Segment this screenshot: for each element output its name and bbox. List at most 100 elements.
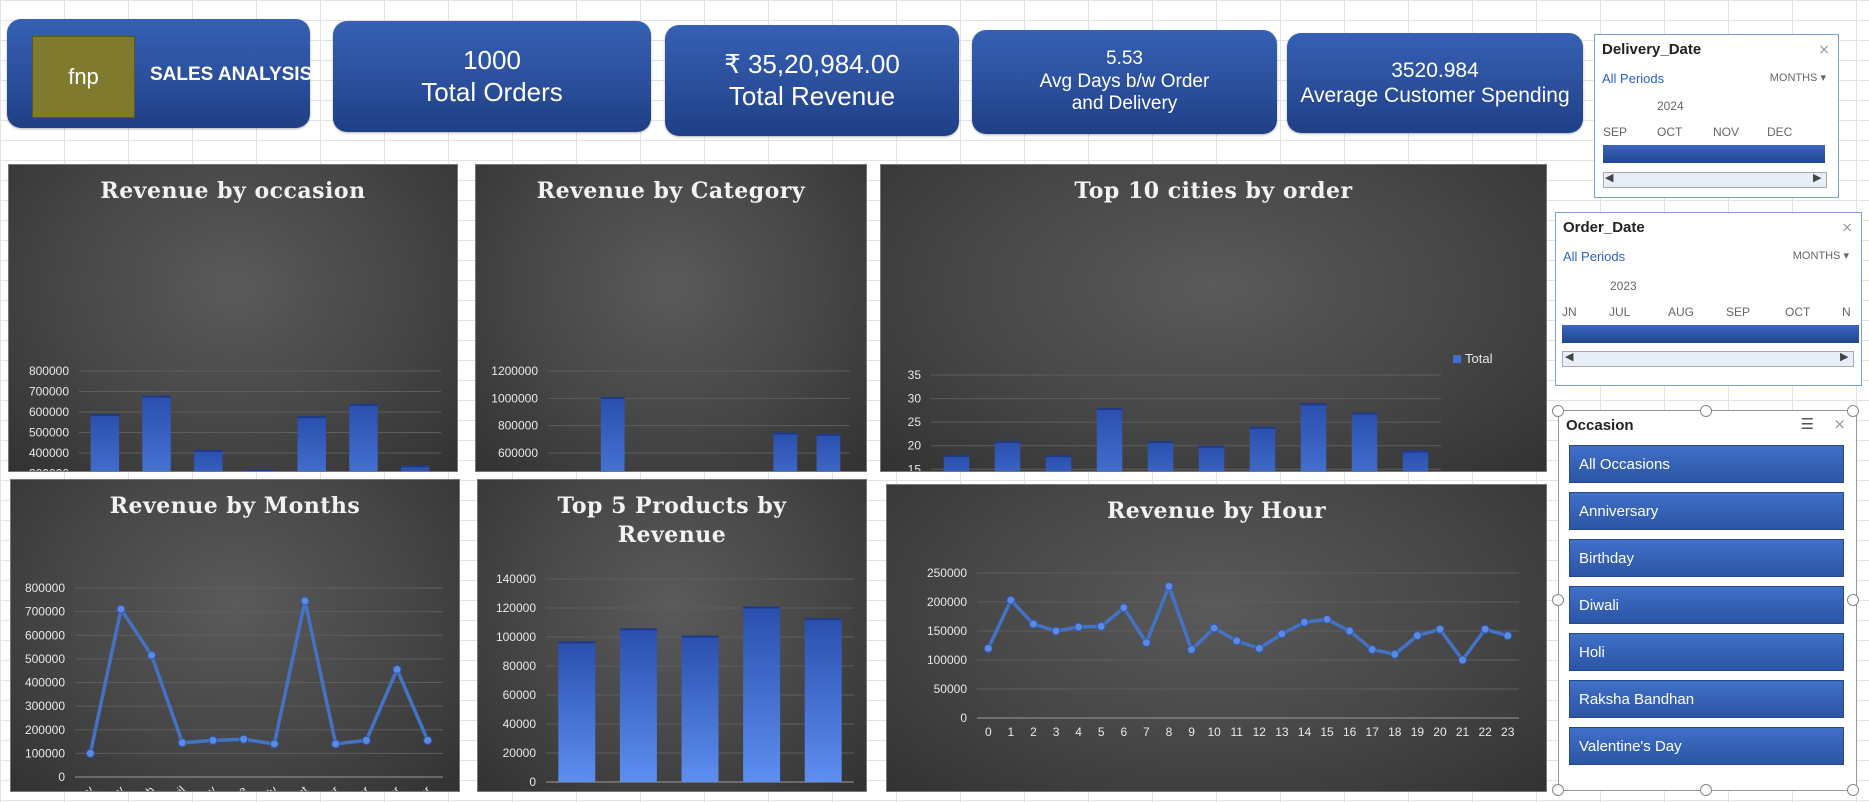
y-tick-label: 20000 xyxy=(503,746,537,760)
bar-top xyxy=(681,635,719,638)
bar xyxy=(349,403,378,471)
resize-handle[interactable] xyxy=(1847,405,1859,417)
kpi-value: 1000 xyxy=(463,45,521,76)
all-periods-link[interactable]: All Periods xyxy=(1563,249,1625,264)
kpi-avg-spending: 3520.984 Average Customer Spending xyxy=(1287,33,1583,133)
clear-filter-icon[interactable]: ⨯ xyxy=(1841,219,1853,236)
multi-select-icon[interactable]: ☰ xyxy=(1801,415,1814,433)
bar xyxy=(297,416,326,471)
clear-filter-icon[interactable]: ⨯ xyxy=(1818,41,1830,58)
month-label: SEP xyxy=(1726,305,1751,319)
occasion-item[interactable]: Birthday xyxy=(1569,539,1844,577)
occasion-item[interactable]: Diwali xyxy=(1569,586,1844,624)
y-tick-label: 80000 xyxy=(503,659,537,673)
x-tick-label: April xyxy=(162,783,189,791)
resize-handle[interactable] xyxy=(1552,784,1564,796)
scroll-right-icon[interactable]: ▶ xyxy=(1813,171,1821,184)
chart-top-products: Top 5 Products by Revenue 0 20000 40000 600… xyxy=(477,479,867,792)
occasion-slicer[interactable]: Occasion ☰ ⨯ All Occasions Anniversary B… xyxy=(1558,410,1857,791)
y-tick-label: 200000 xyxy=(927,595,967,609)
slicer-title: Delivery_Date xyxy=(1602,41,1702,58)
y-tick-label: 15 xyxy=(908,462,922,471)
scroll-left-icon[interactable]: ◀ xyxy=(1605,171,1613,184)
chart-plot: 020000040000060000080000010000001200000C… xyxy=(491,364,850,471)
occasion-item[interactable]: Valentine's Day xyxy=(1569,727,1844,765)
resize-handle[interactable] xyxy=(1700,784,1712,796)
kpi-label: Total Orders xyxy=(421,76,563,107)
occasion-item[interactable]: Holi xyxy=(1569,633,1844,671)
data-point xyxy=(177,738,187,748)
time-level-dropdown[interactable]: MONTHS ▾ xyxy=(1770,71,1826,84)
bar xyxy=(1045,455,1072,471)
timeline-bar[interactable] xyxy=(1562,325,1859,343)
bar-top xyxy=(558,641,596,644)
y-tick-label: 500000 xyxy=(25,652,65,666)
data-point xyxy=(239,734,249,744)
y-tick-label: 200000 xyxy=(25,723,65,737)
y-tick-label: 800000 xyxy=(498,419,538,433)
y-tick-label: 100000 xyxy=(927,653,967,667)
bar-top xyxy=(1249,426,1276,429)
y-tick-label: 300000 xyxy=(29,467,69,472)
resize-handle[interactable] xyxy=(1700,405,1712,417)
resize-handle[interactable] xyxy=(1552,405,1564,417)
month-label: OCT xyxy=(1785,305,1811,319)
time-level-dropdown[interactable]: MONTHS ▾ xyxy=(1793,249,1849,262)
bar xyxy=(943,455,970,471)
occasion-item[interactable]: Anniversary xyxy=(1569,492,1844,530)
x-tick-label: 20 xyxy=(1433,725,1447,739)
resize-handle[interactable] xyxy=(1847,594,1859,606)
chart-revenue-by-category: Revenue by Category 02000004000006000008… xyxy=(475,164,867,472)
x-tick-label: March xyxy=(124,783,157,791)
month-label: JN xyxy=(1562,305,1577,319)
bar xyxy=(194,449,223,471)
y-tick-label: 1000000 xyxy=(491,391,538,405)
x-tick-label: Dolores xyxy=(618,789,659,791)
y-tick-label: 500000 xyxy=(29,426,69,440)
delivery-date-slicer[interactable]: Delivery_Date ⨯ All Periods MONTHS ▾ 202… xyxy=(1594,34,1839,198)
data-point xyxy=(1187,645,1197,655)
data-point xyxy=(1412,631,1422,641)
chart-plot: 0500001000001500002000002500000 1 2 3 4 5 6 7 8 9… xyxy=(927,566,1519,739)
data-point xyxy=(300,596,310,606)
timeline-scrollbar[interactable] xyxy=(1562,351,1854,367)
resize-handle[interactable] xyxy=(1552,594,1564,606)
bar-top xyxy=(1198,445,1225,448)
bar-top xyxy=(349,403,378,406)
resize-handle[interactable] xyxy=(1847,784,1859,796)
y-tick-label: 120000 xyxy=(496,601,536,615)
month-label: OCT xyxy=(1657,125,1683,139)
occasion-item[interactable]: All Occasions xyxy=(1569,445,1844,483)
slicer-title: Occasion xyxy=(1566,417,1634,434)
y-tick-label: 50000 xyxy=(934,682,968,696)
x-tick-label: 3 xyxy=(1053,725,1060,739)
time-level-label: MONTHS xyxy=(1792,250,1841,262)
timeline-bar[interactable] xyxy=(1603,145,1825,163)
x-tick-label: Deserunt xyxy=(552,789,601,791)
scroll-left-icon[interactable]: ◀ xyxy=(1565,350,1573,363)
bar xyxy=(773,432,798,471)
y-tick-label: 250000 xyxy=(927,566,967,580)
order-date-slicer[interactable]: Order_Date ⨯ All Periods MONTHS ▾ 2023 J… xyxy=(1555,212,1862,386)
clear-filter-icon[interactable]: ⨯ xyxy=(1833,415,1846,433)
scroll-right-icon[interactable]: ▶ xyxy=(1840,350,1848,363)
y-tick-label: 800000 xyxy=(25,581,65,595)
x-tick-label: 18 xyxy=(1388,725,1402,739)
data-point xyxy=(1345,626,1355,636)
x-tick-label: 0 xyxy=(985,725,992,739)
bar-top xyxy=(1300,403,1327,406)
bar-top xyxy=(194,449,223,452)
bar-top xyxy=(297,416,326,419)
occasion-item[interactable]: Raksha Bandhan xyxy=(1569,680,1844,718)
all-periods-link[interactable]: All Periods xyxy=(1602,71,1664,86)
timeline-scrollbar[interactable] xyxy=(1603,172,1827,188)
kpi-avg-days: 5.53 Avg Days b/w Order and Delivery xyxy=(972,30,1277,134)
y-tick-label: 60000 xyxy=(503,688,537,702)
bar xyxy=(1402,450,1429,471)
y-tick-label: 150000 xyxy=(927,624,967,638)
y-tick-label: 700000 xyxy=(25,605,65,619)
bar xyxy=(994,441,1021,471)
bar-top xyxy=(1402,450,1429,453)
chart-top-cities: Top 10 cities by order 05101520253035Bha… xyxy=(880,164,1547,472)
chart-revenue-by-months: Revenue by Months 0 100000 200000 300000 400… xyxy=(10,479,460,792)
